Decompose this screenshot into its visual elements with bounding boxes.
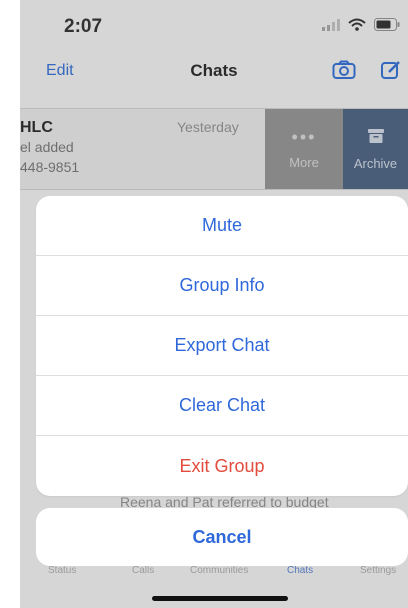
mute-button[interactable]: Mute xyxy=(36,196,408,256)
group-info-button[interactable]: Group Info xyxy=(36,256,408,316)
cancel-button[interactable]: Cancel xyxy=(36,508,408,566)
home-indicator xyxy=(152,596,288,601)
clear-chat-button[interactable]: Clear Chat xyxy=(36,376,408,436)
exit-group-button[interactable]: Exit Group xyxy=(36,436,408,496)
action-sheet: Mute Group Info Export Chat Clear Chat E… xyxy=(36,196,408,496)
export-chat-button[interactable]: Export Chat xyxy=(36,316,408,376)
phone-screen: 2:07 Edit Chats HLC el added 448-9851 Ye… xyxy=(20,0,408,608)
